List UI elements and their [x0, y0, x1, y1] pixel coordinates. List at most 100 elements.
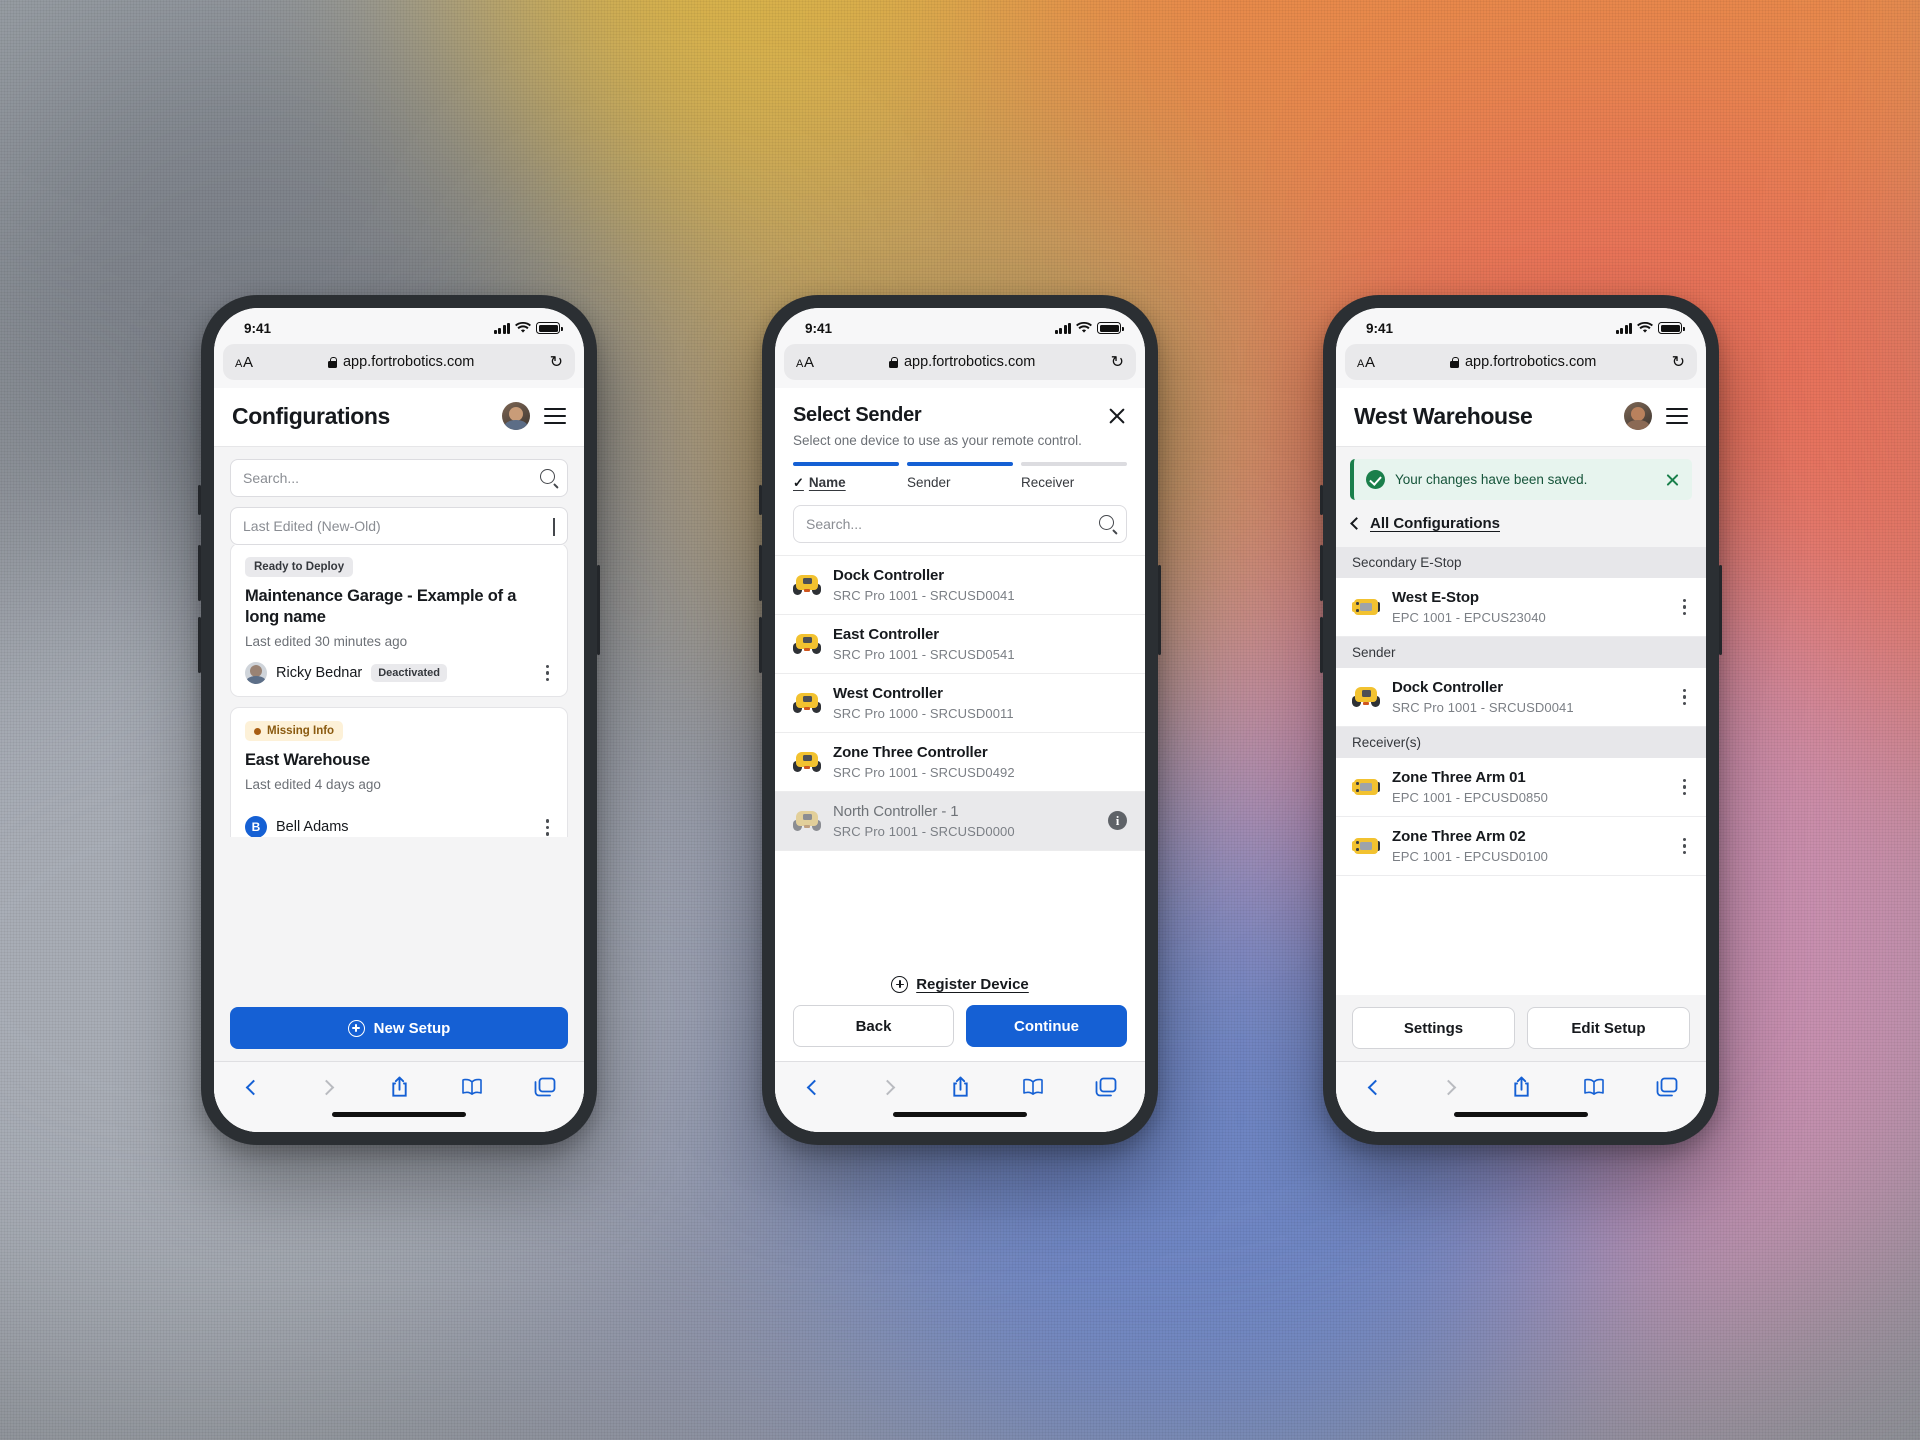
close-icon[interactable] [1665, 472, 1680, 487]
device-row[interactable]: West E-Stop EPC 1001 - EPCUS23040 [1336, 578, 1706, 637]
menu-icon[interactable] [1666, 408, 1688, 424]
continue-button[interactable]: Continue [966, 1005, 1127, 1047]
chevron-down-icon [553, 518, 555, 536]
browser-chrome: AA app.fortrobotics.com ↻ [775, 342, 1145, 388]
register-device-link[interactable]: Register Device [775, 962, 1145, 1005]
close-icon[interactable] [1107, 406, 1127, 426]
app-header: West Warehouse [1336, 388, 1706, 447]
device-name: Zone Three Arm 01 [1392, 769, 1526, 786]
device-meta: EPC 1001 - EPCUS23040 [1392, 610, 1546, 625]
src-controller-icon [793, 574, 821, 596]
device-row[interactable]: Dock Controller SRC Pro 1001 - SRCUSD0041 [775, 556, 1145, 615]
src-controller-icon [793, 810, 821, 832]
battery-icon [536, 322, 563, 334]
text-size-button[interactable]: AA [796, 354, 814, 371]
avatar[interactable] [1624, 402, 1652, 430]
card-overflow-menu[interactable] [542, 817, 554, 837]
bookmarks-icon[interactable] [1020, 1074, 1046, 1100]
check-icon: ✓ [793, 474, 804, 490]
menu-icon[interactable] [544, 408, 566, 424]
page-title: Configurations [232, 402, 390, 429]
settings-button[interactable]: Settings [1352, 1007, 1515, 1049]
search-input[interactable]: Search... [230, 459, 568, 497]
share-icon[interactable] [1508, 1074, 1534, 1100]
step-sender[interactable]: Sender [907, 462, 1013, 491]
device-row[interactable]: Zone Three Arm 01 EPC 1001 - EPCUSD0850 [1336, 758, 1706, 817]
url-bar[interactable]: AA app.fortrobotics.com ↻ [223, 344, 575, 380]
reload-icon[interactable]: ↻ [1672, 352, 1685, 372]
breadcrumb[interactable]: All Configurations [1336, 500, 1706, 547]
step-receiver[interactable]: Receiver [1021, 462, 1127, 491]
card-overflow-menu[interactable] [542, 663, 554, 684]
row-overflow-menu[interactable] [1679, 687, 1691, 708]
check-circle-icon [1366, 470, 1385, 489]
new-setup-button[interactable]: New Setup [230, 1007, 568, 1049]
phone3-screen: 9:41 AA app.fortrobotics.com ↻ West Ware… [1336, 308, 1706, 1132]
status-time: 9:41 [1366, 320, 1394, 336]
back-icon[interactable] [1362, 1074, 1388, 1100]
back-icon[interactable] [240, 1074, 266, 1100]
device-row[interactable]: Zone Three Controller SRC Pro 1001 - SRCU… [775, 733, 1145, 792]
reload-icon[interactable]: ↻ [1111, 352, 1124, 372]
battery-icon [1097, 322, 1124, 334]
back-icon[interactable] [801, 1074, 827, 1100]
info-icon[interactable]: i [1108, 811, 1127, 830]
plus-circle-icon [891, 976, 909, 993]
device-name: Zone Three Controller [833, 743, 988, 761]
detail-actions: Settings Edit Setup [1336, 995, 1706, 1061]
reload-icon[interactable]: ↻ [550, 352, 563, 372]
tabs-icon[interactable] [532, 1074, 558, 1100]
share-icon[interactable] [947, 1074, 973, 1100]
avatar[interactable] [502, 402, 530, 430]
plus-circle-icon [347, 1019, 365, 1037]
primary-action-bar: New Setup [214, 995, 584, 1061]
bookmarks-icon[interactable] [1581, 1074, 1607, 1100]
step-name[interactable]: ✓ Name [793, 462, 899, 491]
cellular-signal-icon [493, 322, 510, 334]
device-name: West Controller [833, 684, 943, 702]
epc-estop-icon [1352, 835, 1380, 857]
section-heading: Secondary E-Stop [1336, 547, 1706, 578]
row-overflow-menu[interactable] [1679, 777, 1691, 798]
home-indicator [214, 1106, 584, 1132]
sort-select[interactable]: Last Edited (New-Old) [230, 507, 568, 545]
edit-setup-button[interactable]: Edit Setup [1527, 1007, 1690, 1049]
config-subtitle: Last edited 30 minutes ago [245, 634, 408, 650]
url-bar[interactable]: AA app.fortrobotics.com ↻ [1345, 344, 1697, 380]
config-card[interactable]: Ready to Deploy Maintenance Garage - Exa… [230, 545, 568, 698]
device-meta: EPC 1001 - EPCUSD0850 [1392, 790, 1549, 805]
device-meta: SRC Pro 1001 - SRCUSD0041 [1392, 700, 1574, 715]
device-row[interactable]: Dock Controller SRC Pro 1001 - SRCUSD0041 [1336, 668, 1706, 727]
home-indicator [775, 1106, 1145, 1132]
phone-select-sender: 9:41 AA app.fortrobotics.com ↻ Select Se… [759, 295, 1161, 1145]
cellular-signal-icon [1054, 322, 1071, 334]
phone-configurations: 9:41 AA app.fortrobotics.com ↻ Configura… [198, 295, 600, 1145]
text-size-button[interactable]: AA [235, 354, 253, 371]
device-meta: EPC 1001 - EPCUSD0100 [1392, 849, 1549, 864]
back-button[interactable]: Back [793, 1005, 954, 1047]
device-row[interactable]: East Controller SRC Pro 1001 - SRCUSD0541 [775, 615, 1145, 674]
section-heading: Sender [1336, 637, 1706, 668]
device-meta: SRC Pro 1001 - SRCUSD0541 [833, 646, 1015, 662]
config-card[interactable]: Missing Info East Warehouse Last edited … [230, 707, 568, 837]
url-bar[interactable]: AA app.fortrobotics.com ↻ [784, 344, 1136, 380]
device-row[interactable]: West Controller SRC Pro 1000 - SRCUSD0011 [775, 674, 1145, 733]
share-icon[interactable] [386, 1074, 412, 1100]
safari-toolbar [775, 1061, 1145, 1106]
user-status-badge: Deactivated [371, 664, 447, 683]
status-bar: 9:41 [214, 308, 584, 342]
row-overflow-menu[interactable] [1679, 836, 1691, 857]
text-size-button[interactable]: AA [1357, 354, 1375, 371]
tabs-icon[interactable] [1093, 1074, 1119, 1100]
device-meta: SRC Pro 1001 - SRCUSD0000 [833, 823, 1015, 839]
bookmarks-icon[interactable] [459, 1074, 485, 1100]
row-overflow-menu[interactable] [1679, 597, 1691, 618]
device-search-input[interactable]: Search... [793, 504, 1127, 543]
tabs-icon[interactable] [1654, 1074, 1680, 1100]
config-subtitle: Last edited 4 days ago [245, 777, 381, 793]
config-title: East Warehouse [245, 751, 370, 770]
section-heading: Receiver(s) [1336, 727, 1706, 758]
modal-title: Select Sender [793, 404, 922, 426]
status-bar: 9:41 [775, 308, 1145, 342]
device-row[interactable]: Zone Three Arm 02 EPC 1001 - EPCUSD0100 [1336, 817, 1706, 876]
